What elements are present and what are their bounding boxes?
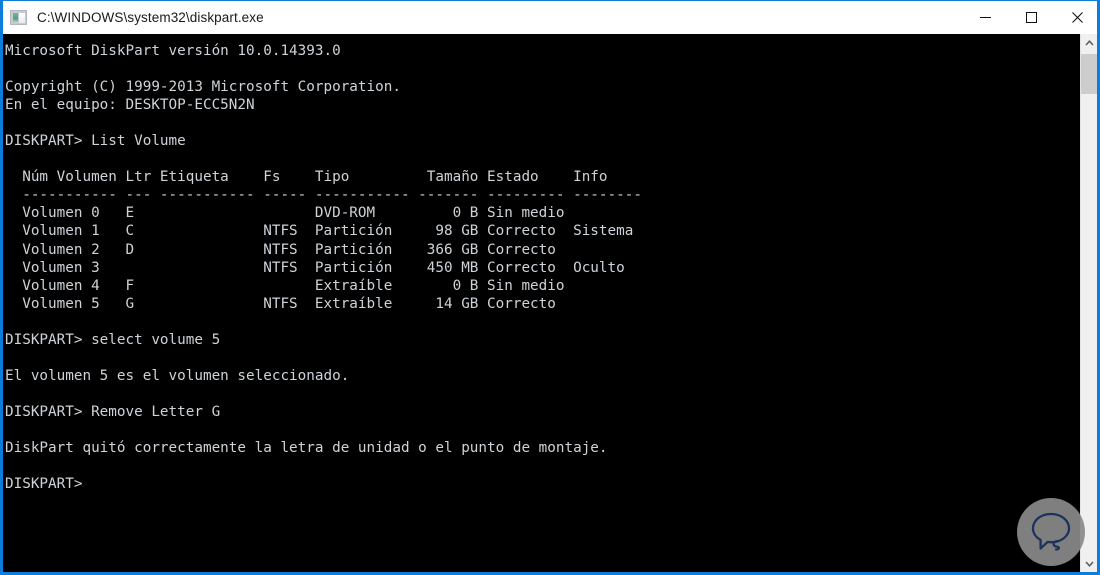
diskpart-window: C:\WINDOWS\system32\diskpart.exe Microso…: [0, 0, 1100, 575]
chevron-up-icon: [1085, 40, 1094, 46]
speech-bubble-icon: [1027, 508, 1075, 556]
scrollbar-thumb[interactable]: [1081, 54, 1097, 94]
scrollbar-down-button[interactable]: [1081, 555, 1097, 572]
console-text: Microsoft DiskPart versión 10.0.14393.0 …: [3, 34, 1097, 493]
chevron-down-icon: [1085, 561, 1094, 567]
assistant-floating-button[interactable]: [1017, 498, 1085, 566]
console-output-area[interactable]: Microsoft DiskPart versión 10.0.14393.0 …: [3, 34, 1097, 572]
close-icon: [1071, 11, 1084, 24]
window-titlebar[interactable]: C:\WINDOWS\system32\diskpart.exe: [0, 0, 1100, 34]
minimize-button[interactable]: [962, 1, 1008, 34]
console-icon-pane-left: [13, 13, 18, 23]
maximize-icon: [1025, 11, 1038, 24]
console-icon-pane-right: [19, 13, 25, 23]
scrollbar-up-button[interactable]: [1081, 34, 1097, 51]
minimize-icon: [979, 11, 992, 24]
close-button[interactable]: [1054, 1, 1100, 34]
console-window-icon: [10, 10, 27, 25]
console-scrollbar[interactable]: [1080, 34, 1097, 572]
window-title: C:\WINDOWS\system32\diskpart.exe: [37, 10, 962, 25]
maximize-button[interactable]: [1008, 1, 1054, 34]
